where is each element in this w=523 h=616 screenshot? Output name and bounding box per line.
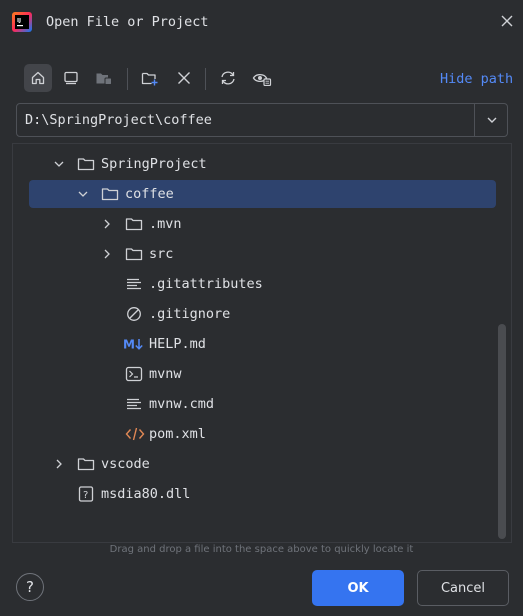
tree-row-coffee[interactable]: coffee — [29, 180, 496, 208]
svg-text:?: ? — [83, 490, 88, 501]
tree-item-label: mvnw — [149, 366, 182, 382]
tree-row-springproject[interactable]: SpringProject — [29, 150, 496, 178]
desktop-button[interactable] — [57, 64, 85, 92]
new-folder-icon — [141, 72, 158, 86]
xml-file-icon — [125, 427, 145, 441]
folder-icon — [101, 188, 119, 201]
show-hidden-icon — [252, 73, 272, 86]
chevron-down-icon[interactable] — [53, 158, 65, 170]
tree-item-label: .gitignore — [149, 306, 231, 322]
close-icon[interactable] — [500, 14, 514, 28]
home-icon — [31, 71, 45, 85]
folder-icon — [125, 248, 143, 261]
tree-row-mvnw-cmd[interactable]: mvnw.cmd — [29, 390, 496, 418]
refresh-button[interactable] — [214, 64, 242, 92]
drop-hint-text: Drag and drop a file into the space abov… — [109, 544, 414, 555]
svg-text:IJ: IJ — [17, 18, 21, 24]
refresh-icon — [221, 71, 235, 85]
chevron-right-icon[interactable] — [101, 248, 113, 260]
svg-text:M: M — [123, 338, 135, 352]
tree-row-gitattributes[interactable]: .gitattributes — [29, 270, 496, 298]
home-button[interactable] — [24, 64, 52, 92]
chevron-down-icon — [487, 117, 496, 123]
file-tree[interactable]: SpringProject coffee .mvn src .gitattrib… — [12, 143, 512, 543]
hide-path-link[interactable]: Hide path — [440, 70, 513, 88]
delete-icon — [178, 72, 190, 84]
help-button[interactable]: ? — [16, 573, 44, 601]
tree-row-vscode[interactable]: vscode — [29, 450, 496, 478]
path-value[interactable]: D:\SpringProject\coffee — [25, 111, 212, 129]
markdown-file-icon: M — [123, 338, 143, 352]
tree-row-gitignore[interactable]: .gitignore — [29, 300, 496, 328]
unknown-file-icon: ? — [78, 486, 94, 502]
tree-row-mvn[interactable]: .mvn — [29, 210, 496, 238]
folder-icon — [77, 458, 95, 471]
title-bar: IJ Open File or Project — [0, 0, 523, 44]
folder-icon — [125, 218, 143, 231]
tree-item-label: vscode — [101, 456, 150, 472]
tree-item-label: .gitattributes — [149, 276, 263, 292]
tree-row-help-md[interactable]: M HELP.md — [29, 330, 496, 358]
chevron-down-icon[interactable] — [77, 188, 89, 200]
text-file-icon — [127, 278, 141, 290]
tree-item-label: mvnw.cmd — [149, 396, 215, 412]
ok-button[interactable]: OK — [312, 570, 404, 606]
toolbar-separator — [205, 68, 206, 90]
tree-item-label: coffee — [125, 186, 174, 202]
ignore-file-icon — [127, 307, 141, 321]
project-folder-icon — [96, 73, 112, 85]
tree-row-mvnw[interactable]: mvnw — [29, 360, 496, 388]
desktop-icon — [64, 71, 78, 85]
tree-item-label: src — [149, 246, 174, 262]
show-hidden-button[interactable] — [248, 64, 276, 92]
window-title: Open File or Project — [46, 14, 209, 30]
tree-item-label: pom.xml — [149, 426, 206, 442]
cancel-button[interactable]: Cancel — [417, 570, 509, 606]
tree-row-pom-xml[interactable]: pom.xml — [29, 420, 496, 448]
path-history-dropdown[interactable] — [474, 104, 508, 136]
shell-file-icon — [125, 366, 143, 382]
new-folder-button[interactable] — [136, 64, 164, 92]
tree-item-label: HELP.md — [149, 336, 206, 352]
tree-item-label: SpringProject — [101, 156, 207, 172]
path-field[interactable]: D:\SpringProject\coffee — [16, 103, 508, 137]
tree-row-msdia80-dll[interactable]: ? msdia80.dll — [29, 480, 496, 508]
chevron-right-icon[interactable] — [53, 458, 65, 470]
vertical-scrollbar-thumb[interactable] — [498, 324, 506, 539]
tree-item-label: .mvn — [149, 216, 182, 232]
tree-item-label: msdia80.dll — [101, 486, 191, 502]
toolbar: Hide path — [0, 62, 523, 96]
intellij-logo-icon: IJ — [12, 12, 32, 32]
toolbar-separator — [127, 68, 128, 90]
tree-row-src[interactable]: src — [29, 240, 496, 268]
delete-button[interactable] — [170, 64, 198, 92]
chevron-right-icon[interactable] — [101, 218, 113, 230]
project-folder-button[interactable] — [90, 64, 118, 92]
text-file-icon — [127, 398, 141, 410]
folder-icon — [77, 158, 95, 171]
